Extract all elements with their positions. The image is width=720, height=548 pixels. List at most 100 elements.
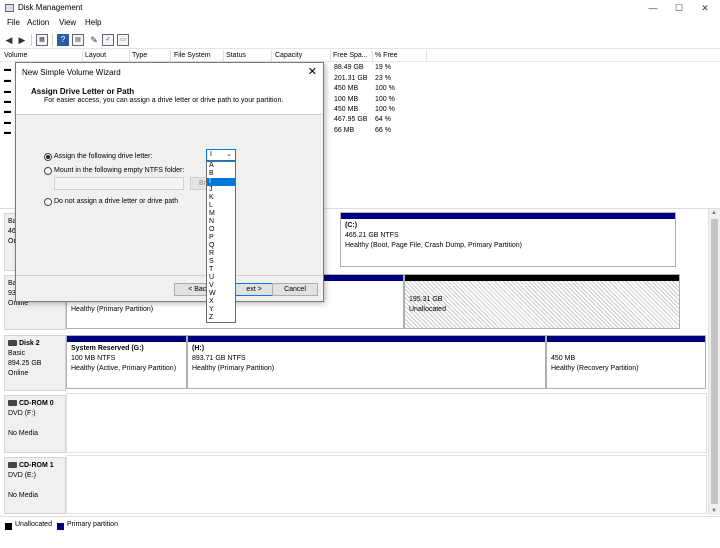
back-arrow-icon[interactable]: ◀ bbox=[3, 34, 15, 46]
percent-free-cell: 64 % bbox=[375, 116, 391, 123]
drive-letter-option[interactable]: O bbox=[207, 226, 235, 234]
assign-letter-radio[interactable] bbox=[44, 153, 52, 161]
drive-letter-option[interactable]: K bbox=[207, 194, 235, 202]
drive-letter-option[interactable]: L bbox=[207, 202, 235, 210]
graphical-view-scrollbar[interactable]: ▲ ▼ bbox=[708, 209, 720, 515]
partition-h[interactable]: (H:) 893.71 GB NTFS Healthy (Primary Par… bbox=[187, 335, 546, 389]
toolbar-separator bbox=[31, 34, 32, 46]
partition-size: 450 MB bbox=[551, 355, 576, 362]
cdrom-1-label[interactable]: CD-ROM 1 DVD (E:) No Media bbox=[4, 457, 66, 514]
drive-letter-option[interactable]: N bbox=[207, 218, 235, 226]
partition-g-system-reserved[interactable]: System Reserved (G:) 100 MB NTFS Healthy… bbox=[66, 335, 187, 389]
mount-folder-label[interactable]: Mount in the following empty NTFS folder… bbox=[54, 167, 184, 174]
minimize-button[interactable]: — bbox=[640, 1, 666, 15]
toolbar: ◀ ▶ ▦ ? ▤ ✎ ✓ ▭ bbox=[0, 31, 720, 49]
close-button[interactable]: ✕ bbox=[692, 1, 718, 15]
cdrom-drive: DVD (E:) bbox=[8, 472, 36, 479]
cdrom-0-area[interactable] bbox=[66, 393, 707, 453]
show-hide-console-tree-icon[interactable]: ▦ bbox=[36, 34, 48, 46]
unallocated-size: 195.31 GB bbox=[409, 296, 443, 303]
no-letter-radio[interactable] bbox=[44, 198, 52, 206]
maximize-button[interactable]: ☐ bbox=[666, 1, 692, 15]
drive-letter-option[interactable]: X bbox=[207, 298, 235, 306]
recovery-partition[interactable]: 450 MB Healthy (Recovery Partition) bbox=[546, 335, 706, 389]
col-capacity[interactable]: Capacity bbox=[275, 52, 302, 59]
disk-management-window: Disk Management — ☐ ✕ File Action View H… bbox=[0, 0, 720, 548]
col-volume[interactable]: Volume bbox=[4, 52, 27, 59]
help-icon[interactable]: ? bbox=[57, 34, 69, 46]
col-free-space[interactable]: Free Spa... bbox=[333, 52, 368, 59]
scrollbar-thumb[interactable] bbox=[711, 219, 718, 504]
volume-icon: ▬ bbox=[4, 119, 11, 126]
drive-letter-option[interactable]: T bbox=[207, 266, 235, 274]
drive-letter-value: I bbox=[210, 151, 212, 158]
menu-view[interactable]: View bbox=[59, 18, 76, 27]
menu-action[interactable]: Action bbox=[27, 18, 49, 27]
drive-letter-option[interactable]: I bbox=[207, 178, 235, 186]
drive-letter-option[interactable]: V bbox=[207, 282, 235, 290]
col-type[interactable]: Type bbox=[132, 52, 147, 59]
drive-letter-option[interactable]: B bbox=[207, 170, 235, 178]
percent-free-cell: 100 % bbox=[375, 96, 395, 103]
col-percent-free[interactable]: % Free bbox=[375, 52, 398, 59]
check-icon[interactable]: ✓ bbox=[102, 34, 114, 46]
chevron-down-icon[interactable]: ⌄ bbox=[226, 150, 232, 158]
drive-letter-option[interactable]: P bbox=[207, 234, 235, 242]
menu-bar: File Action View Help bbox=[0, 16, 720, 30]
disk-2-label[interactable]: Disk 2 Basic 894.25 GB Online bbox=[4, 335, 66, 391]
menu-help[interactable]: Help bbox=[85, 18, 101, 27]
drive-letter-option[interactable]: J bbox=[207, 186, 235, 194]
cdrom-1-area[interactable] bbox=[66, 455, 707, 514]
scroll-up-arrow-icon[interactable]: ▲ bbox=[711, 210, 717, 216]
drive-letter-option[interactable]: Y bbox=[207, 306, 235, 314]
drive-letter-option[interactable]: S bbox=[207, 258, 235, 266]
volume-icon: ▬ bbox=[4, 77, 11, 84]
forward-arrow-icon[interactable]: ▶ bbox=[16, 34, 28, 46]
free-space-cell: 450 MB bbox=[334, 85, 359, 92]
menu-file[interactable]: File bbox=[7, 18, 20, 27]
toolbar-separator bbox=[52, 34, 53, 46]
wizard-subheading: For easier access, you can assign a driv… bbox=[44, 97, 284, 104]
col-layout[interactable]: Layout bbox=[85, 52, 106, 59]
cancel-button[interactable]: Cancel bbox=[272, 283, 318, 296]
col-file-system[interactable]: File System bbox=[174, 52, 211, 59]
partition-size: 465.21 GB NTFS bbox=[345, 232, 399, 239]
drive-letter-option[interactable]: A bbox=[207, 162, 235, 170]
properties-icon[interactable]: ▤ bbox=[72, 34, 84, 46]
free-space-cell: 450 MB bbox=[334, 106, 359, 113]
no-letter-label[interactable]: Do not assign a drive letter or drive pa… bbox=[54, 198, 178, 205]
column-divider bbox=[223, 50, 224, 62]
percent-free-cell: 100 % bbox=[375, 85, 395, 92]
drive-letter-option[interactable]: M bbox=[207, 210, 235, 218]
view-icon[interactable]: ▭ bbox=[117, 34, 129, 46]
partition-c[interactable]: (C:) 465.21 GB NTFS Healthy (Boot, Page … bbox=[340, 212, 676, 267]
drive-letter-dropdown[interactable]: ABIJKLMNOPQRSTUVWXYZ bbox=[206, 161, 236, 323]
drive-letter-option[interactable]: Z bbox=[207, 314, 235, 322]
unallocated-label: Unallocated bbox=[409, 306, 446, 313]
mount-folder-radio[interactable] bbox=[44, 167, 52, 175]
partition-status: Healthy (Boot, Page File, Crash Dump, Pr… bbox=[345, 242, 523, 249]
assign-letter-label[interactable]: Assign the following drive letter: bbox=[54, 153, 152, 160]
volume-icon: ▬ bbox=[4, 129, 11, 136]
cd-drive-icon bbox=[8, 462, 17, 469]
partition-name: (C:) bbox=[345, 222, 358, 229]
connect-disk-icon[interactable]: ✎ bbox=[88, 34, 100, 46]
free-space-cell: 467.95 GB bbox=[334, 116, 368, 123]
drive-letter-option[interactable]: Q bbox=[207, 242, 235, 250]
new-simple-volume-wizard: New Simple Volume Wizard ✕ Assign Drive … bbox=[15, 62, 324, 302]
drive-letter-option[interactable]: W bbox=[207, 290, 235, 298]
scroll-down-arrow-icon[interactable]: ▼ bbox=[711, 508, 717, 514]
drive-letter-option[interactable]: R bbox=[207, 250, 235, 258]
disk-icon bbox=[8, 340, 17, 347]
cdrom-media: No Media bbox=[8, 430, 38, 437]
drive-letter-option[interactable]: U bbox=[207, 274, 235, 282]
col-status[interactable]: Status bbox=[226, 52, 246, 59]
partition-name: System Reserved (G:) bbox=[71, 345, 144, 352]
cdrom-0-label[interactable]: CD-ROM 0 DVD (F:) No Media bbox=[4, 395, 66, 453]
drive-letter-select[interactable]: I ⌄ bbox=[206, 149, 236, 161]
disk-status: Online bbox=[8, 370, 29, 377]
unallocated-space[interactable]: 195.31 GB Unallocated bbox=[404, 274, 680, 329]
wizard-close-icon[interactable]: ✕ bbox=[308, 65, 317, 78]
volume-icon: ▬ bbox=[4, 66, 11, 73]
wizard-header: Assign Drive Letter or Path For easier a… bbox=[16, 81, 323, 115]
